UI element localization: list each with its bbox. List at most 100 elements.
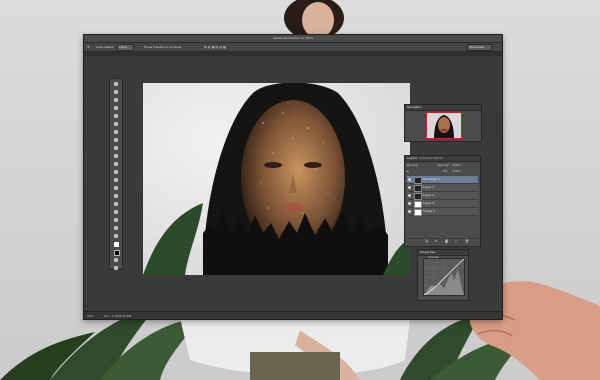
layer-row[interactable]: Rectangle 1 xyxy=(407,176,478,184)
zoom-level[interactable]: 50% xyxy=(87,312,94,319)
visibility-eye-icon[interactable] xyxy=(408,202,411,205)
layer-thumbnail xyxy=(414,177,422,184)
app-title: Adobe Photoshop CC 2015 xyxy=(273,36,313,40)
curves-histogram-graph[interactable] xyxy=(423,258,465,296)
layer-name[interactable]: Layer 3 xyxy=(423,200,434,207)
hand-tool-icon[interactable] xyxy=(112,225,120,231)
blur-tool-icon-glyph xyxy=(114,178,118,182)
quick-mask-icon[interactable] xyxy=(112,257,120,263)
tab-layers[interactable]: Layers xyxy=(407,156,417,161)
mask-icon[interactable]: ◙ xyxy=(445,239,448,243)
layer-name[interactable]: Layer 1 xyxy=(423,184,434,191)
lock-icons[interactable]: 🔒︎ xyxy=(407,169,409,173)
auto-select-label[interactable]: Auto-Select: xyxy=(96,43,114,51)
screen-mode-icon-glyph xyxy=(114,266,118,270)
visibility-eye-icon[interactable] xyxy=(408,194,411,197)
type-tool-icon[interactable] xyxy=(112,201,120,207)
visibility-eye-icon[interactable] xyxy=(408,178,411,181)
marquee-tool-icon-glyph xyxy=(114,90,118,94)
move-tool-icon-glyph xyxy=(114,82,118,86)
layers-footer-buttons[interactable]: ⛓ fx ◙ ▢ 🗑︎ xyxy=(407,238,478,244)
zoom-tool-icon-glyph xyxy=(114,234,118,238)
path-select-icon-glyph xyxy=(114,210,118,214)
layer-name[interactable]: Layer 2 xyxy=(423,192,434,199)
trash-icon[interactable]: 🗑︎ xyxy=(465,239,469,243)
blend-mode-select[interactable]: Normal xyxy=(407,163,418,167)
zoom-tool-icon[interactable] xyxy=(112,233,120,239)
eyedropper-tool-icon-glyph xyxy=(114,122,118,126)
foreground-color-swatch[interactable] xyxy=(112,241,120,247)
navigator-thumbnail[interactable] xyxy=(426,112,462,139)
path-select-icon[interactable] xyxy=(112,209,120,215)
type-tool-icon-glyph xyxy=(114,202,118,206)
fx-icon[interactable]: fx xyxy=(435,239,438,243)
align-buttons[interactable]: ▤ ▥ ▦ ▧ ▨ ▩ xyxy=(204,43,226,51)
gradient-tool-icon[interactable] xyxy=(112,169,120,175)
properties-panel: Properties Curves xyxy=(417,249,469,301)
brush-tool-icon-glyph xyxy=(114,138,118,142)
dodge-tool-icon[interactable] xyxy=(112,185,120,191)
clone-stamp-icon-glyph xyxy=(114,146,118,150)
lasso-tool-icon[interactable] xyxy=(112,97,120,103)
crop-tool-icon[interactable] xyxy=(112,113,120,119)
eyedropper-tool-icon[interactable] xyxy=(112,121,120,127)
marquee-tool-icon[interactable] xyxy=(112,89,120,95)
navigator-title[interactable]: Navigator xyxy=(407,105,422,110)
visibility-eye-icon[interactable] xyxy=(408,210,411,213)
screen-mode-icon[interactable] xyxy=(112,265,120,271)
hand-tool-icon-glyph xyxy=(114,226,118,230)
eraser-tool-icon-glyph xyxy=(114,162,118,166)
layer-row[interactable]: Shape 1 xyxy=(407,208,478,216)
face-shape xyxy=(302,2,334,38)
visibility-eye-icon[interactable] xyxy=(408,186,411,189)
foreground-color-swatch-glyph xyxy=(114,242,119,247)
crop-tool-icon-glyph xyxy=(114,114,118,118)
status-bar: 50% Doc: 5.49M/39.8M xyxy=(84,311,502,319)
tools-panel xyxy=(109,78,123,270)
fill-label: Fill: xyxy=(443,169,449,173)
shape-tool-icon-glyph xyxy=(114,218,118,222)
move-tool-icon[interactable] xyxy=(112,81,120,87)
document-size[interactable]: Doc: 5.49M/39.8M xyxy=(104,312,131,319)
show-transform-controls-checkbox[interactable]: Show Transform Controls xyxy=(144,43,181,51)
layer-name[interactable]: Rectangle 1 xyxy=(423,176,441,183)
tab-paths[interactable]: Paths xyxy=(434,156,442,161)
options-bar: ✥ Auto-Select: Layer Show Transform Cont… xyxy=(84,43,502,52)
healing-brush-icon[interactable] xyxy=(112,129,120,135)
opacity-value[interactable]: 100% xyxy=(452,163,461,167)
auto-select-value: Layer xyxy=(119,45,128,49)
eraser-tool-icon[interactable] xyxy=(112,161,120,167)
shape-tool-icon[interactable] xyxy=(112,217,120,223)
history-brush-icon[interactable] xyxy=(112,153,120,159)
blur-tool-icon[interactable] xyxy=(112,177,120,183)
link-icon[interactable]: ⛓ xyxy=(425,239,429,243)
document-tab-bar[interactable] xyxy=(84,52,502,56)
quick-select-tool-icon[interactable] xyxy=(112,105,120,111)
layer-row[interactable]: Layer 2 xyxy=(407,192,478,200)
layers-panel: Layers Channels Paths Normal Opacity: 10… xyxy=(404,155,481,247)
navigator-header: Navigator xyxy=(405,105,481,111)
move-tool-option-icon[interactable]: ✥ xyxy=(87,43,90,51)
layers-tabs: Layers Channels Paths xyxy=(405,156,480,162)
layer-row[interactable]: Layer 1 xyxy=(407,184,478,192)
lasso-tool-icon-glyph xyxy=(114,98,118,102)
layer-row[interactable]: Layer 3 xyxy=(407,200,478,208)
brush-tool-icon[interactable] xyxy=(112,137,120,143)
dodge-tool-icon-glyph xyxy=(114,186,118,190)
navigator-panel: Navigator xyxy=(404,104,482,142)
history-brush-icon-glyph xyxy=(114,154,118,158)
clone-stamp-icon[interactable] xyxy=(112,145,120,151)
pen-tool-icon[interactable] xyxy=(112,193,120,199)
background-color-swatch[interactable] xyxy=(112,249,120,256)
fill-value[interactable]: 100% xyxy=(452,169,461,173)
layer-name[interactable]: Shape 1 xyxy=(423,208,435,215)
curves-graph-svg xyxy=(423,258,465,296)
document-canvas[interactable] xyxy=(143,83,410,275)
layer-thumbnail xyxy=(414,185,422,192)
auto-select-dropdown[interactable]: Layer xyxy=(117,44,134,51)
tab-channels[interactable]: Channels xyxy=(419,156,433,161)
navigator-preview-image xyxy=(427,113,461,138)
new-layer-icon[interactable]: ▢ xyxy=(455,239,458,243)
workspace-select[interactable]: Essentials xyxy=(467,44,492,51)
background-color-swatch-glyph xyxy=(114,250,120,256)
